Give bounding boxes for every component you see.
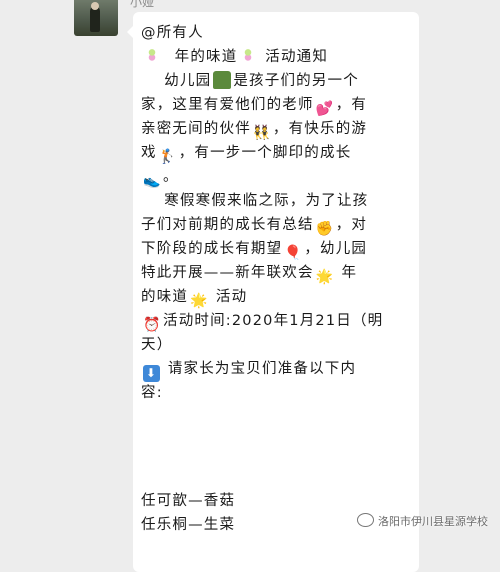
message-line: @所有人: [141, 21, 407, 45]
message-text: @所有人 年的味道 活动通知 幼儿园 是孩子们的另一个 家，这里有爱他们的老师 💕，…: [141, 21, 407, 537]
text-span: 活动通知: [265, 49, 329, 65]
message-line: 家，这里有爱他们的老师 💕，有: [141, 93, 407, 117]
text-span: 的味道: [141, 289, 189, 305]
message-line: 特此开展——新年联欢会 🌟 年: [141, 261, 407, 285]
message-line: 亲密无间的伙伴 👯，有快乐的游: [141, 117, 407, 141]
friends-icon: 👯: [252, 125, 272, 141]
message-line: ⏰活动时间:2020年1月21日（明: [141, 309, 407, 333]
text-span: 活动: [215, 289, 248, 305]
message-line: 幼儿园 是孩子们的另一个: [141, 69, 407, 93]
sender-avatar[interactable]: [74, 0, 118, 36]
wechat-icon: [357, 513, 374, 527]
list-item: 任可歆—香菇: [141, 489, 407, 513]
sparkle-star-icon: 🌟: [315, 269, 335, 285]
message-line: 年的味道 活动通知: [141, 45, 407, 69]
house-icon: [213, 71, 232, 89]
message-line: 👟。: [141, 165, 407, 189]
sender-name: 小娅: [130, 0, 155, 9]
sparkle-star-icon: 🌟: [190, 293, 209, 309]
avatar-head: [91, 2, 99, 10]
text-span: 年的味道: [174, 49, 238, 65]
message-line: 下阶段的成长有期望 🎈，幼儿园: [141, 237, 407, 261]
text-span: 任可歆—香菇: [141, 493, 236, 509]
text-span: 年: [341, 265, 358, 281]
shoe-icon: 👟: [143, 173, 162, 189]
message-line: 的味道 🌟 活动: [141, 285, 407, 309]
message-line: 容:: [141, 381, 407, 405]
text-span: 特此开展——新年联欢会: [141, 265, 314, 281]
message-line: 寒假寒假来临之际，为了让孩: [141, 189, 407, 213]
watermark: 洛阳市伊川县星源学校: [357, 513, 488, 529]
text-span: 。: [163, 169, 179, 185]
text-span: 亲密无间的伙伴: [141, 121, 251, 137]
text-span: 戏: [141, 145, 157, 161]
hearts-icon: 💕: [315, 101, 335, 117]
text-span: ，幼儿园: [304, 241, 368, 257]
down-arrow-icon: ⬇: [143, 365, 160, 382]
tanghulu-icon: [239, 47, 258, 65]
message-line: 天）: [141, 333, 407, 357]
mention-all[interactable]: @所有人: [141, 25, 204, 41]
text-span: 是孩子们的另一个: [233, 73, 359, 89]
text-span: 寒假寒假来临之际，为了让孩: [164, 193, 369, 209]
text-span: 下阶段的成长有期望: [141, 241, 283, 257]
watermark-text: 洛阳市伊川县星源学校: [378, 515, 488, 528]
message-line: 戏 🏌，有一步一个脚印的成长: [141, 141, 407, 165]
alarm-clock-icon: ⏰: [143, 317, 162, 333]
message-line: ⬇ 请家长为宝贝们准备以下内: [141, 357, 407, 382]
message-line: 子们对前期的成长有总结 ✊，对: [141, 213, 407, 237]
text-span: 子们对前期的成长有总结: [141, 217, 314, 233]
text-span: 任乐桐—生菜: [141, 517, 236, 533]
text-span: 幼儿园: [164, 73, 212, 89]
text-span: 活动时间:2020年1月21日（明: [163, 313, 384, 329]
text-span: 请家长为宝贝们准备以下内: [167, 361, 357, 377]
text-span: 家，这里有爱他们的老师: [141, 97, 314, 113]
balloon-icon: 🎈: [284, 245, 303, 261]
text-span: ，有: [335, 97, 368, 113]
text-span: ，对: [335, 217, 368, 233]
tanghulu-icon: [143, 47, 161, 65]
fist-icon: ✊: [315, 221, 335, 237]
text-span: 天）: [141, 337, 173, 353]
blank-space: [141, 405, 407, 489]
message-bubble[interactable]: @所有人 年的味道 活动通知 幼儿园 是孩子们的另一个 家，这里有爱他们的老师 💕，…: [127, 12, 419, 572]
golfer-icon: 🏌: [158, 149, 178, 165]
text-span: ，有一步一个脚印的成长: [178, 145, 352, 161]
text-span: ，有快乐的游: [272, 121, 368, 137]
text-span: 容:: [141, 385, 163, 401]
